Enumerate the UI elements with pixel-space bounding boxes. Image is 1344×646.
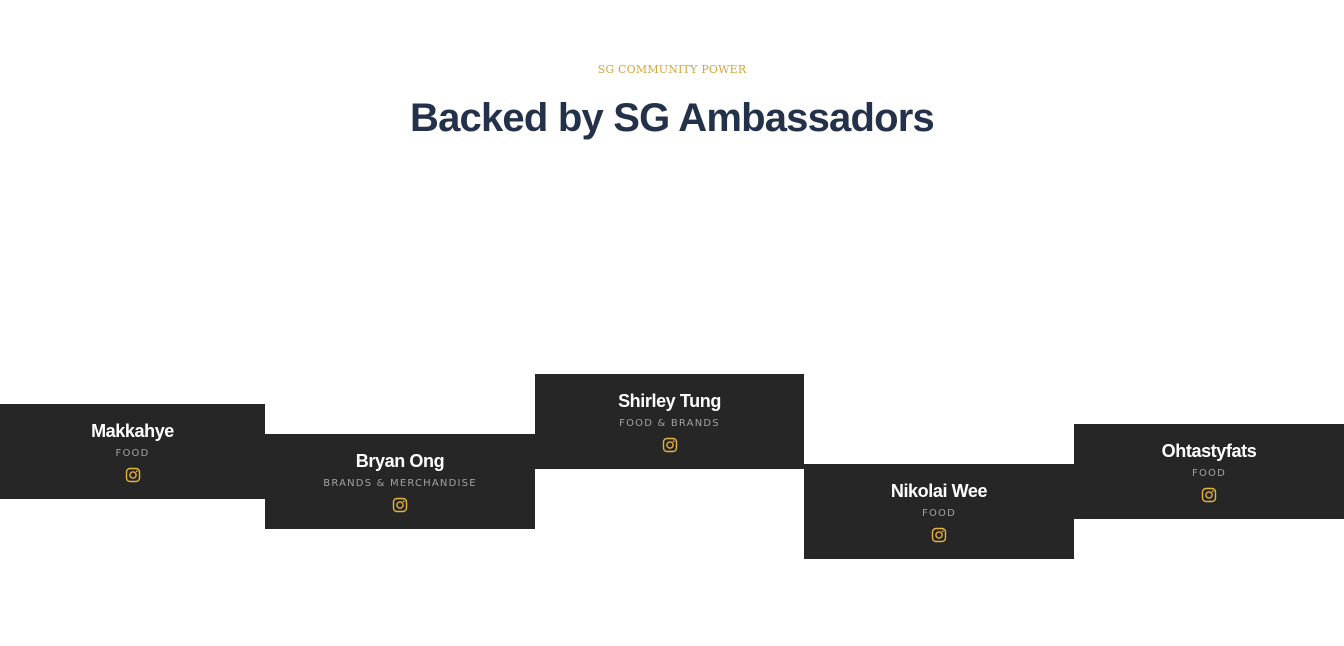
ambassadors-section: SG COMMUNITY POWER Backed by SG Ambassad… (0, 0, 1344, 646)
ambassador-card: Nikolai Wee FOOD (804, 464, 1074, 559)
instagram-icon[interactable] (931, 527, 947, 543)
ambassador-name: Bryan Ong (355, 451, 445, 471)
ambassador-category: BRANDS & MERCHANDISE (323, 478, 477, 489)
ambassador-name: Nikolai Wee (890, 481, 988, 501)
ambassador-category: FOOD (115, 448, 150, 459)
instagram-icon[interactable] (1201, 487, 1217, 503)
ambassador-card: Shirley Tung FOOD & BRANDS (535, 374, 804, 469)
ambassador-name: Makkahye (91, 421, 174, 441)
ambassador-category: FOOD (922, 508, 956, 519)
ambassador-card: Makkahye FOOD (0, 404, 265, 499)
ambassador-name: Shirley Tung (618, 391, 721, 411)
instagram-icon[interactable] (125, 467, 141, 483)
section-eyebrow: SG COMMUNITY POWER (597, 63, 747, 76)
ambassador-card: Ohtastyfats FOOD (1074, 424, 1344, 519)
ambassador-card: Bryan Ong BRANDS & MERCHANDISE (265, 434, 535, 529)
ambassador-category: FOOD (1192, 468, 1226, 479)
section-title: Backed by SG Ambassadors (410, 96, 935, 140)
instagram-icon[interactable] (392, 497, 408, 513)
ambassador-name: Ohtastyfats (1161, 441, 1257, 461)
instagram-icon[interactable] (662, 437, 678, 453)
ambassador-category: FOOD & BRANDS (619, 418, 720, 429)
